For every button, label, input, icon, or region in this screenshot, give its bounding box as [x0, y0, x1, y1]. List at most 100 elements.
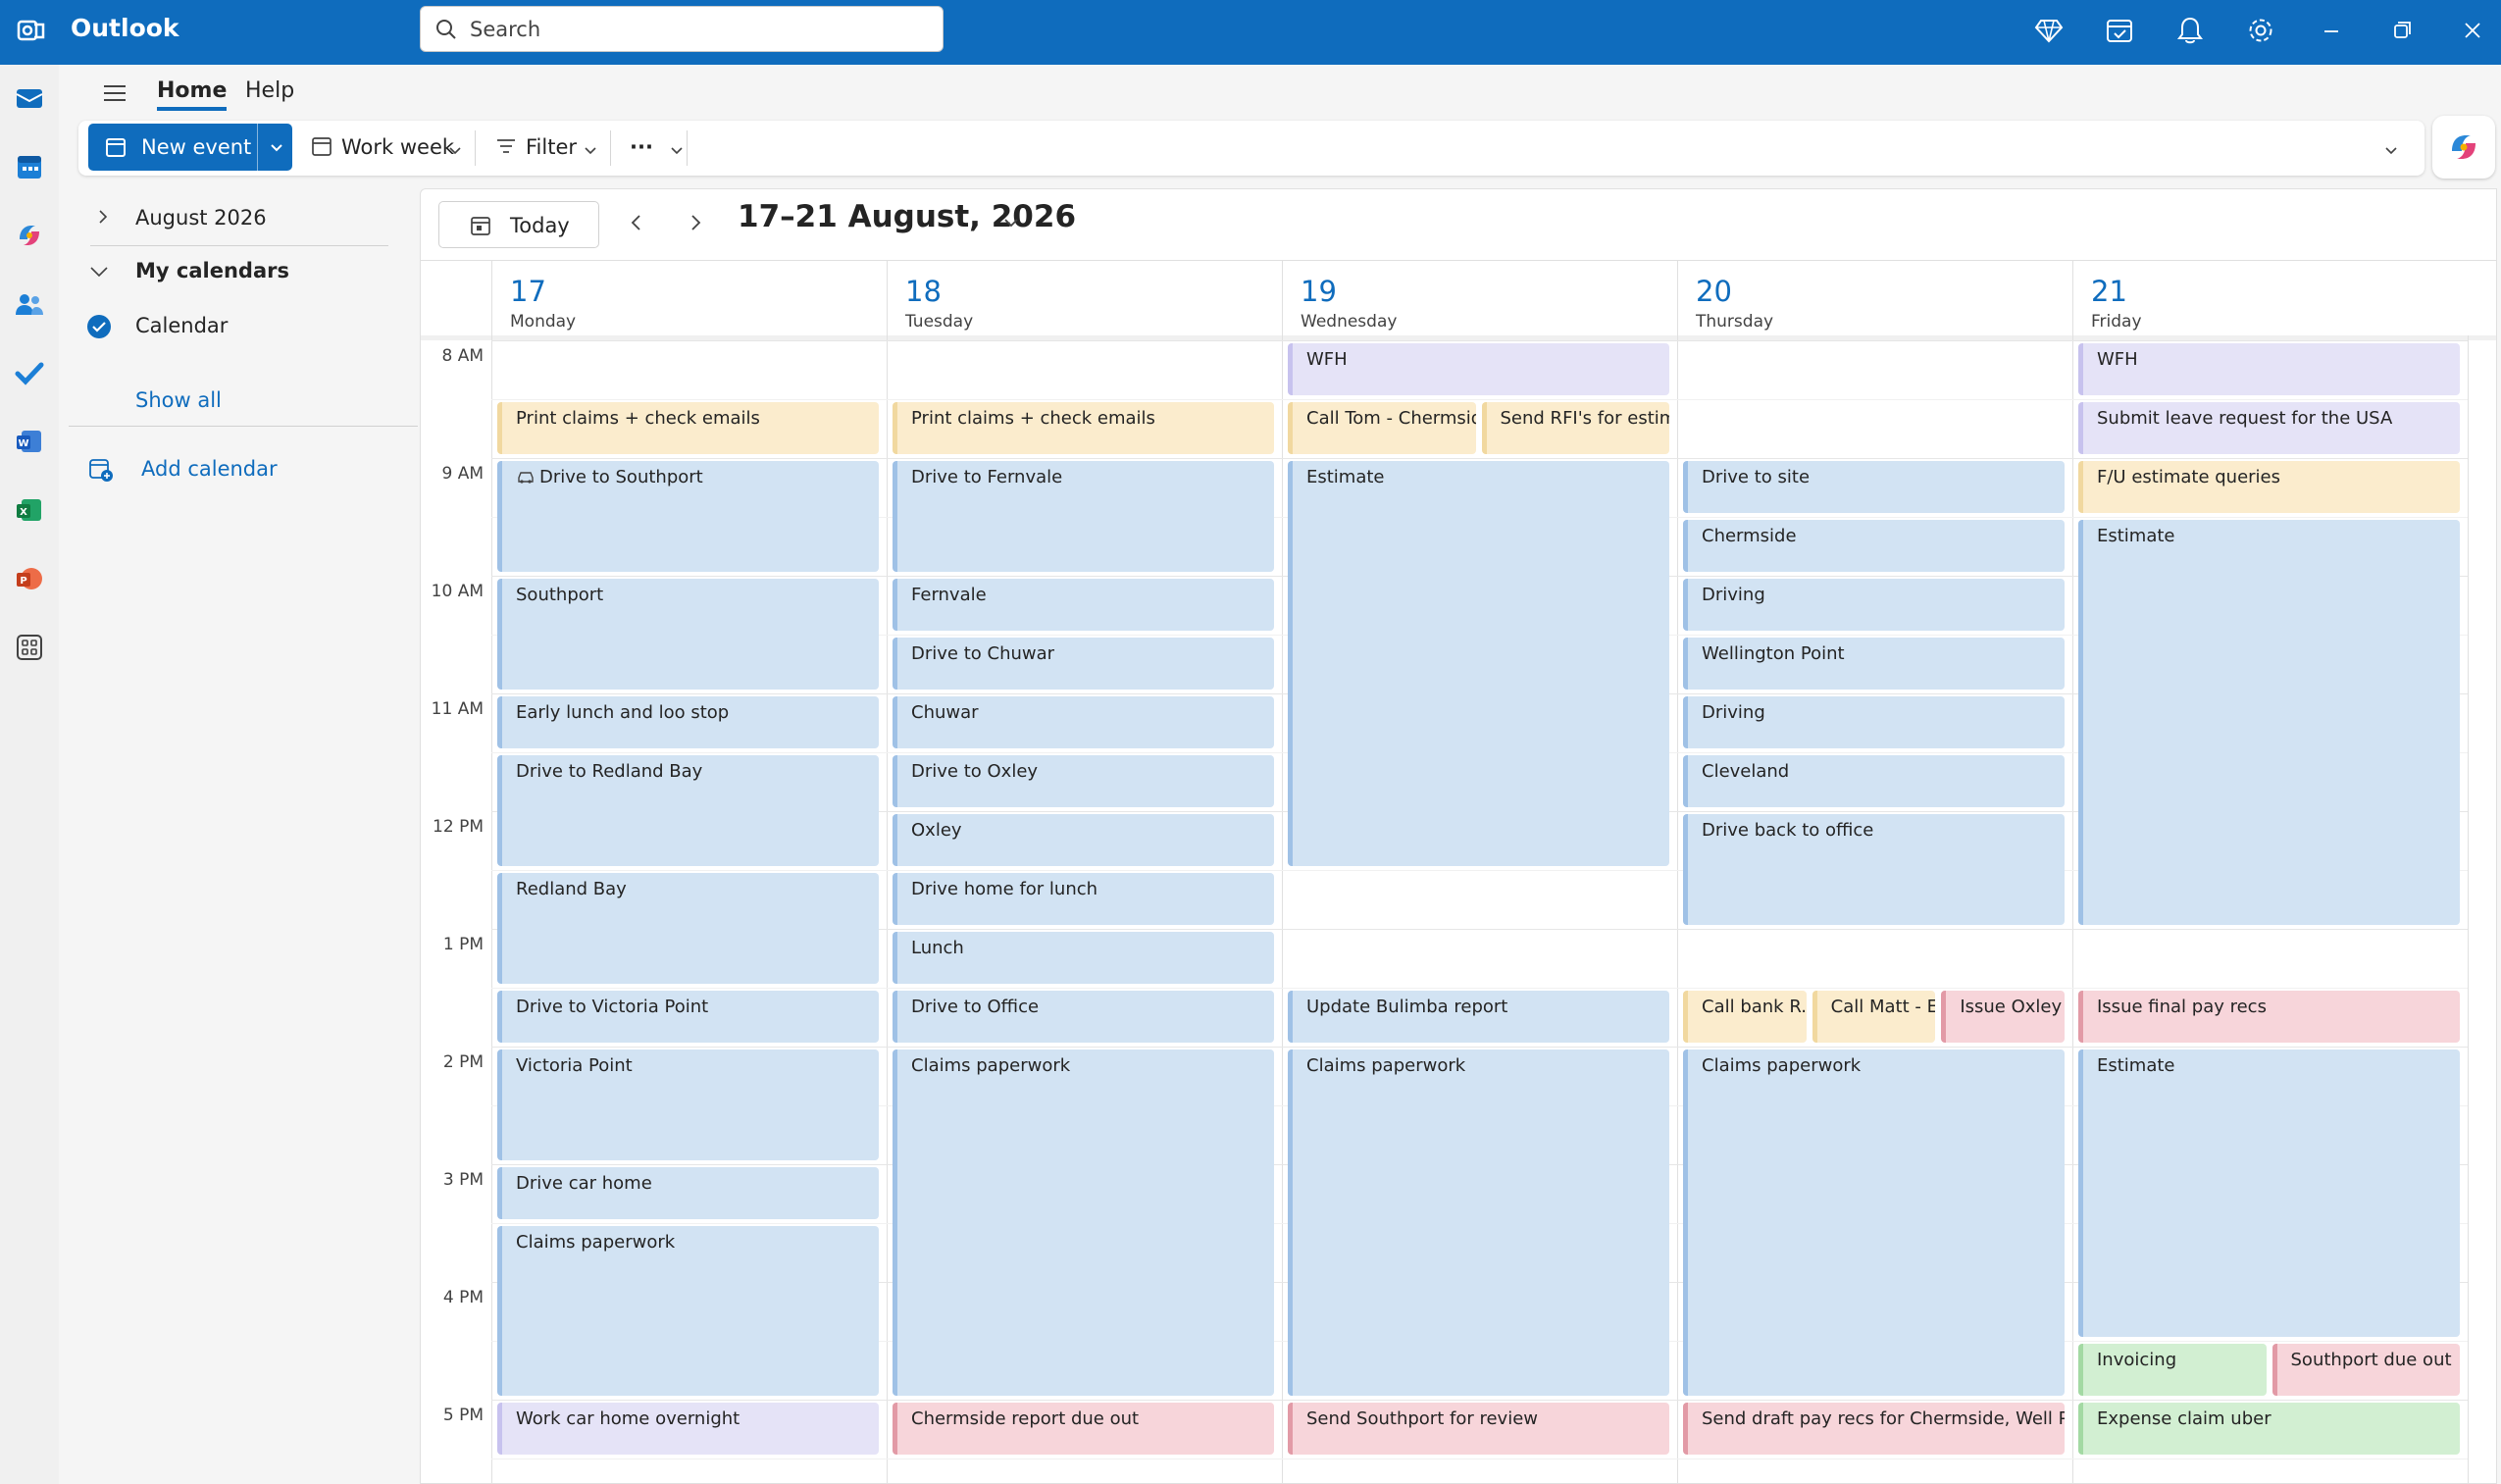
more-apps-icon[interactable] — [14, 632, 45, 663]
show-all-link[interactable]: Show all — [135, 388, 222, 412]
calendar-event[interactable]: Call bank R.I — [1683, 991, 1807, 1043]
mini-month-label[interactable]: August 2026 — [135, 206, 267, 230]
calendar-event[interactable]: Estimate — [2078, 1049, 2460, 1337]
hamburger-menu-icon[interactable] — [100, 78, 129, 108]
calendar-event[interactable]: Victoria Point — [497, 1049, 879, 1160]
new-event-button[interactable]: New event — [88, 124, 292, 171]
calendar-event[interactable]: Drive to Redland Bay — [497, 755, 879, 866]
calendar-event[interactable]: Work car home overnight — [497, 1403, 879, 1455]
calendar-event[interactable]: Drive to Southport — [497, 461, 879, 572]
search-box[interactable]: Search — [420, 6, 944, 52]
calendar-event[interactable]: Issue final pay recs — [2078, 991, 2460, 1043]
previous-week-icon[interactable] — [625, 211, 648, 234]
calendar-event[interactable]: Drive to Fernvale — [893, 461, 1274, 572]
calendar-event[interactable]: Drive to Chuwar — [893, 638, 1274, 690]
next-week-icon[interactable] — [684, 211, 707, 234]
calendar-event[interactable]: Wellington Point — [1683, 638, 2065, 690]
calendar-event[interactable]: Chermside — [1683, 520, 2065, 572]
more-options-button[interactable]: ··· — [630, 130, 689, 166]
calendar-event[interactable]: Send draft pay recs for Chermside, Well … — [1683, 1403, 2065, 1455]
calendar-event[interactable]: Oxley — [893, 814, 1274, 866]
event-title: Expense claim uber — [2097, 1408, 2271, 1429]
calendar-event[interactable]: Estimate — [1288, 461, 1669, 866]
notifications-bell-icon[interactable] — [2175, 16, 2205, 45]
today-button[interactable]: Today — [438, 201, 599, 248]
day-header[interactable]: 21 Friday — [2072, 261, 2468, 335]
calendar-event[interactable]: Fernvale — [893, 579, 1274, 631]
calendar-event[interactable]: Redland Bay — [497, 873, 879, 984]
calendar-event[interactable]: F/U estimate queries — [2078, 461, 2460, 513]
settings-gear-icon[interactable] — [2246, 16, 2275, 45]
add-calendar-icon[interactable] — [88, 457, 114, 483]
calendar-event[interactable]: Send Southport for review — [1288, 1403, 1669, 1455]
my-calendars-header[interactable]: My calendars — [135, 259, 289, 282]
calendar-event[interactable]: Drive to Office — [893, 991, 1274, 1043]
excel-icon[interactable]: X — [14, 494, 45, 526]
day-header[interactable]: 18 Tuesday — [887, 261, 1282, 335]
calendar-event[interactable]: Update Bulimba report — [1288, 991, 1669, 1043]
premium-diamond-icon[interactable] — [2034, 16, 2064, 45]
todo-icon[interactable] — [14, 357, 45, 388]
calendar-event[interactable]: Driving — [1683, 579, 2065, 631]
chevron-down-icon[interactable] — [1001, 213, 1021, 232]
tab-home[interactable]: Home — [157, 75, 228, 111]
calendar-event[interactable]: Lunch — [893, 932, 1274, 984]
calendar-event[interactable]: WFH — [2078, 343, 2460, 395]
calendar-event[interactable]: Call Matt - E — [1812, 991, 1936, 1043]
calendar-event[interactable]: Claims paperwork — [1288, 1049, 1669, 1396]
mail-icon[interactable] — [14, 82, 45, 114]
word-icon[interactable]: W — [14, 426, 45, 457]
calendar-event[interactable]: Send RFI's for estima — [1481, 402, 1669, 454]
calendar-event[interactable]: Southport — [497, 579, 879, 690]
powerpoint-icon[interactable]: P — [14, 563, 45, 594]
calendar-event[interactable]: Call Tom - Chermsid — [1288, 402, 1476, 454]
chevron-right-icon[interactable] — [94, 208, 112, 226]
day-header[interactable]: 20 Thursday — [1677, 261, 2072, 335]
copilot-button[interactable] — [2432, 116, 2495, 179]
chevron-down-icon[interactable] — [267, 137, 286, 157]
calendar-item-label[interactable]: Calendar — [135, 314, 228, 337]
calendar-event[interactable]: Drive to site — [1683, 461, 2065, 513]
calendar-event[interactable]: WFH — [1288, 343, 1669, 395]
close-icon[interactable] — [2458, 16, 2487, 45]
calendar-event[interactable]: Drive home for lunch — [893, 873, 1274, 925]
calendar-event[interactable]: Chuwar — [893, 696, 1274, 748]
calendar-event[interactable]: Claims paperwork — [497, 1226, 879, 1396]
view-work-week-dropdown[interactable]: Work week — [310, 130, 467, 166]
chevron-down-icon[interactable] — [88, 261, 110, 282]
calendar-event[interactable]: Drive to Victoria Point — [497, 991, 879, 1043]
calendar-event[interactable]: Expense claim uber — [2078, 1403, 2460, 1455]
calendar-event[interactable]: Print claims + check emails — [497, 402, 879, 454]
calendar-icon[interactable] — [14, 151, 45, 182]
filter-dropdown[interactable]: Filter — [494, 130, 602, 166]
restore-icon[interactable] — [2387, 16, 2417, 45]
calendar-event[interactable]: Southport due out — [2271, 1344, 2460, 1396]
calendar-event[interactable]: Print claims + check emails — [893, 402, 1274, 454]
event-title: Driving — [1702, 702, 1765, 723]
my-day-icon[interactable] — [2105, 16, 2134, 45]
calendar-event[interactable]: Estimate — [2078, 520, 2460, 925]
calendar-event[interactable]: Issue Oxley r — [1941, 991, 2065, 1043]
ribbon-collapse-chevron-icon[interactable] — [2383, 142, 2399, 158]
calendar-event[interactable]: Cleveland — [1683, 755, 2065, 807]
calendar-event[interactable]: Invoicing — [2078, 1344, 2267, 1396]
day-header[interactable]: 17 Monday — [491, 261, 887, 335]
search-input[interactable]: Search — [470, 18, 540, 41]
calendar-event[interactable]: Claims paperwork — [893, 1049, 1274, 1396]
calendar-event[interactable]: Submit leave request for the USA — [2078, 402, 2460, 454]
calendar-event[interactable]: Driving — [1683, 696, 2065, 748]
calendar-event[interactable]: Chermside report due out — [893, 1403, 1274, 1455]
people-icon[interactable] — [14, 288, 45, 320]
date-range-label[interactable]: 17–21 August, 2026 — [738, 199, 1076, 234]
day-header[interactable]: 19 Wednesday — [1282, 261, 1677, 335]
add-calendar-link[interactable]: Add calendar — [141, 457, 278, 481]
tab-help[interactable]: Help — [245, 75, 294, 107]
calendar-event[interactable]: Drive back to office — [1683, 814, 2065, 925]
calendar-event[interactable]: Drive car home — [497, 1167, 879, 1219]
minimize-icon[interactable] — [2317, 16, 2346, 45]
copilot-icon[interactable] — [14, 220, 45, 251]
calendar-checked-icon[interactable] — [86, 314, 112, 339]
calendar-event[interactable]: Claims paperwork — [1683, 1049, 2065, 1396]
calendar-event[interactable]: Early lunch and loo stop — [497, 696, 879, 748]
calendar-event[interactable]: Drive to Oxley — [893, 755, 1274, 807]
